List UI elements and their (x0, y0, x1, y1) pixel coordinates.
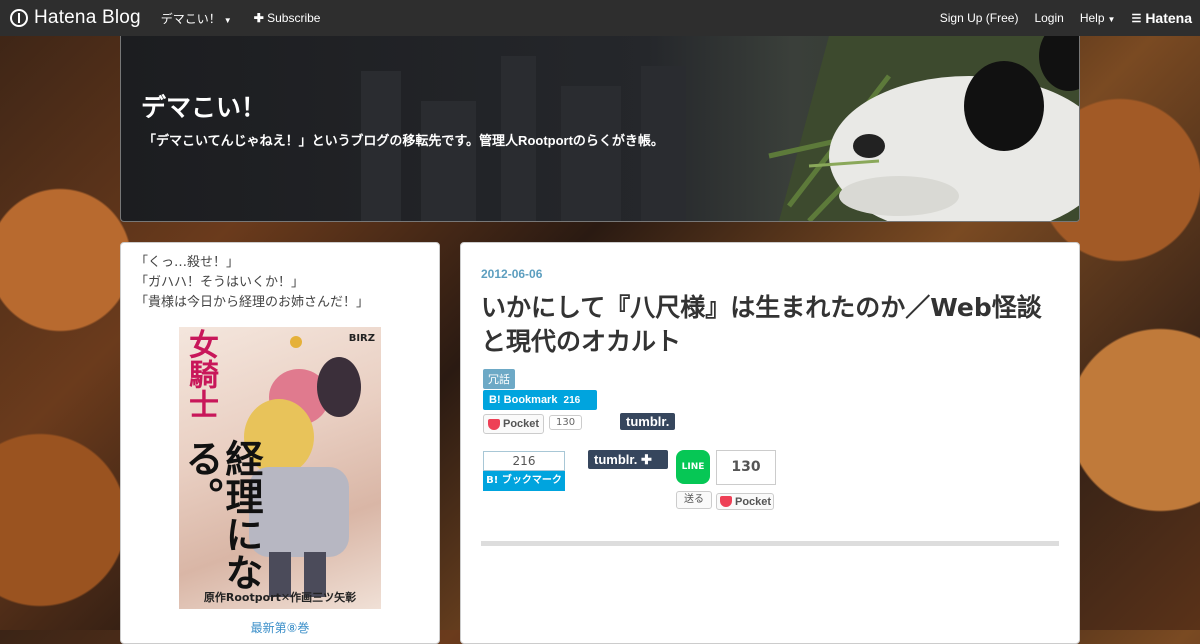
line-icon[interactable]: LINE (676, 450, 710, 484)
chevron-down-icon: ▼ (1107, 15, 1116, 24)
hatena-bookmark-counter-button[interactable]: 216 B! ブックマーク (483, 451, 565, 491)
article-card: 2012-06-06 いかにして『八尺様』は生まれたのか／Web怪談と現代のオカ… (460, 242, 1080, 644)
hatena-link[interactable]: ☰ Hatena (1131, 10, 1192, 26)
hatena-box-label: B! ブックマーク (483, 471, 565, 491)
signup-link[interactable]: Sign Up (Free) (940, 11, 1019, 25)
book-title-top: 女騎士 (183, 329, 218, 419)
plus-icon: ✚ (253, 11, 268, 25)
pocket-button[interactable]: Pocket (483, 414, 545, 434)
quote-line: 「くっ…殺せ！」 (135, 255, 240, 270)
blog-description: 「デマこいてんじゃねえ！」というブログの移転先です。管理人Rootportのらく… (143, 133, 664, 148)
hatena-label: Hatena (1145, 10, 1192, 26)
article-title[interactable]: いかにして『八尺様』は生まれたのか／Web怪談と現代のオカルト (481, 291, 1061, 359)
quote-line: 「ガハハ！そうはいくか！」 (135, 275, 305, 290)
global-header: Hatena Blog デマこい！ ▼ ✚ Subscribe Sign Up (… (0, 0, 1200, 36)
hatena-icon: ☰ (1131, 12, 1142, 25)
panda-header-image (768, 36, 1079, 221)
chevron-down-icon: ▼ (223, 15, 232, 25)
logo-text: Hatena Blog (34, 7, 141, 28)
category-badge[interactable]: 冗話 (483, 369, 515, 389)
tumblr-share-button[interactable]: tumblr. ✚ (588, 450, 668, 469)
divider (481, 541, 1059, 546)
help-menu[interactable]: Help ▼ (1080, 11, 1116, 25)
book-cover-image[interactable]: 女騎士 経理になる。 BIRZ 原作Rootport✕作画三ツ矢彰 (179, 327, 381, 609)
book-title-main: 経理になる。 (179, 439, 263, 591)
subscribe-label: Subscribe (267, 11, 321, 25)
article-date[interactable]: 2012-06-06 (481, 267, 542, 281)
header-decoration (561, 86, 621, 221)
latest-volume-link[interactable]: 最新第⑧巻 (121, 619, 439, 636)
hatena-bookmark-count: 216 (563, 395, 581, 406)
pocket-count: 130 (549, 415, 583, 430)
nav-right: Sign Up (Free) Login Help ▼ ☰ Hatena (940, 10, 1192, 26)
hatena-bookmark-label: B! Bookmark (489, 394, 558, 406)
header-decoration (421, 101, 476, 221)
pocket-label: Pocket (503, 418, 540, 430)
pocket-icon (488, 418, 500, 430)
pocket-large-button[interactable]: Pocket (716, 493, 774, 510)
help-label: Help (1079, 11, 1105, 25)
blog-title[interactable]: デマこい！ (141, 88, 266, 124)
login-link[interactable]: Login (1034, 11, 1063, 25)
quote-line: 「貴様は今日から経理のお姉さんだ！」 (135, 295, 370, 310)
blog-menu[interactable]: デマこい！ ▼ (161, 10, 232, 27)
line-send-button[interactable]: 送る (676, 491, 712, 509)
pocket-large-count: 130 (716, 450, 776, 485)
pocket-icon (720, 496, 732, 507)
hatena-bookmark-button[interactable]: B! Bookmark 216 (483, 390, 597, 410)
hatena-blog-icon (10, 9, 28, 27)
nav-left: デマこい！ ▼ ✚ Subscribe (161, 10, 321, 27)
blog-header: デマこい！ 「デマこいてんじゃねえ！」というブログの移転先です。管理人Rootp… (120, 36, 1080, 222)
hatena-blog-logo[interactable]: Hatena Blog (10, 7, 141, 29)
book-credit: 原作Rootport✕作画三ツ矢彰 (203, 591, 357, 604)
blog-menu-label: デマこい！ (160, 11, 221, 26)
hatena-box-count: 216 (483, 451, 565, 471)
subscribe-button[interactable]: ✚ Subscribe (254, 11, 321, 25)
tumblr-button[interactable]: tumblr. (620, 413, 676, 430)
book-label: BIRZ (348, 333, 375, 344)
pocket-large-label: Pocket (735, 495, 772, 508)
sidebar-quotes: 「くっ…殺せ！」 「ガハハ！そうはいくか！」 「貴様は今日から経理のお姉さんだ！… (121, 243, 439, 313)
sidebar: 「くっ…殺せ！」 「ガハハ！そうはいくか！」 「貴様は今日から経理のお姉さんだ！… (120, 242, 440, 644)
